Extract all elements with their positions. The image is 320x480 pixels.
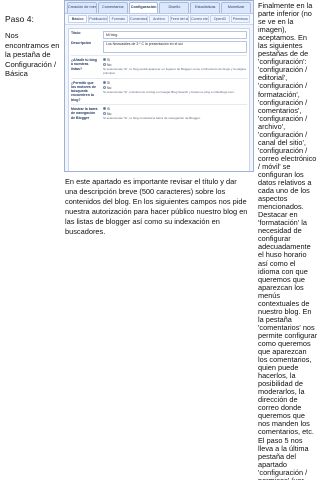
- navbar-help: Si seleccionas 'Sí', tu blog mostrará la…: [103, 116, 201, 121]
- subtab-feed-del-sitio[interactable]: Feed del sitio: [169, 15, 189, 23]
- list-blog-help: Si seleccionas 'Sí', tu blog podrá apare…: [103, 67, 246, 75]
- search-engines-help: Si seleccionas 'Sí', incluiremos tu blog…: [103, 89, 235, 94]
- search-engines-label: ¿Permitir que los motores de búsqueda en…: [71, 80, 96, 102]
- description-control: Los Newcastles de 3 º C la presentación …: [103, 41, 247, 53]
- title-label: Título: [71, 31, 81, 35]
- tab-monetizar[interactable]: Monetizar: [221, 2, 251, 13]
- list-blog-yes-option[interactable]: Sí: [103, 58, 247, 62]
- basic-settings-panel: Título Mi blog Descripción Los Newcastle…: [68, 28, 250, 171]
- left-description: Nos encontramos en la pestaña de Configu…: [5, 31, 60, 79]
- list-blog-yes-label: Sí: [107, 58, 111, 62]
- step-title: Paso 4:: [5, 14, 34, 24]
- description-row: Descripción Los Newcastles de 3 º C la p…: [71, 41, 247, 53]
- title-row: Título Mi blog: [71, 31, 247, 39]
- subtab-permisos[interactable]: Permisos: [230, 15, 250, 23]
- title-field[interactable]: Mi blog: [103, 31, 247, 39]
- description-field[interactable]: Los Newcastles de 3 º C la presentación …: [103, 41, 247, 53]
- search-engines-no-option[interactable]: No: [103, 86, 247, 90]
- radio-selected-icon: [103, 107, 106, 111]
- title-control: Mi blog: [103, 31, 247, 39]
- bottom-explanation: En este apartado es importante revisar e…: [65, 177, 248, 236]
- radio-unselected-icon: [103, 112, 106, 116]
- tab-comentarios[interactable]: Comentarios: [97, 2, 128, 13]
- navbar-control: Sí No Si seleccionas 'Sí', tu blog mostr…: [103, 107, 247, 121]
- navbar-yes-option[interactable]: Sí: [103, 107, 247, 111]
- radio-unselected-icon: [103, 63, 106, 67]
- subtab-basico[interactable]: Básico: [68, 15, 88, 23]
- separator: [71, 55, 247, 56]
- subtab-correo-electronico[interactable]: Correo electrónico: [189, 15, 210, 23]
- search-engines-yes-label: Sí: [107, 80, 111, 85]
- separator: [71, 77, 247, 79]
- tab-creacion-de-mensajes[interactable]: Creación de mensajes: [67, 2, 97, 13]
- list-blog-row: ¿Añadir tu blog a nuestras listas? Sí No…: [71, 58, 247, 76]
- subtab-formato[interactable]: Formato: [108, 15, 128, 23]
- subtab-archivo[interactable]: Archivo: [149, 15, 169, 23]
- settings-subtabs: Básico Publicación Formato Comentarios A…: [65, 14, 253, 25]
- radio-selected-icon: [103, 58, 106, 62]
- blogger-settings-screenshot: Creación de mensajes Comentarios Configu…: [64, 0, 254, 172]
- subtab-comentarios[interactable]: Comentarios: [128, 15, 149, 23]
- tab-diseno[interactable]: Diseño: [159, 2, 190, 13]
- subtab-openid[interactable]: OpenID: [210, 15, 230, 23]
- navbar-yes-label: Sí: [107, 107, 111, 112]
- main-tabs: Creación de mensajes Comentarios Configu…: [65, 1, 253, 14]
- navbar-row: Mostrar la barra de navegación de Blogge…: [71, 107, 247, 121]
- search-engines-control: Sí No Si seleccionas 'Sí', incluiremos t…: [103, 81, 247, 102]
- radio-unselected-icon: [103, 85, 106, 89]
- description-label: Descripción: [71, 41, 92, 45]
- navbar-label: Mostrar la barra de navegación de Blogge…: [71, 107, 98, 120]
- search-engines-yes-option[interactable]: Sí: [103, 81, 247, 85]
- tab-estadisticas[interactable]: Estadísticas: [190, 2, 221, 13]
- search-engines-no-label: No: [107, 85, 112, 90]
- right-explanation: Finalmente en la parte inferior (no se v…: [258, 1, 318, 480]
- separator: [71, 104, 247, 106]
- subtab-publicacion[interactable]: Publicación: [88, 15, 108, 23]
- search-engines-row: ¿Permitir que los motores de búsqueda en…: [71, 81, 247, 102]
- list-blog-label: ¿Añadir tu blog a nuestras listas?: [71, 58, 97, 71]
- tab-configuracion[interactable]: Configuración: [128, 2, 159, 13]
- radio-selected-icon: [103, 80, 106, 84]
- list-blog-control: Sí No Si seleccionas 'Sí', tu blog podrá…: [103, 58, 247, 76]
